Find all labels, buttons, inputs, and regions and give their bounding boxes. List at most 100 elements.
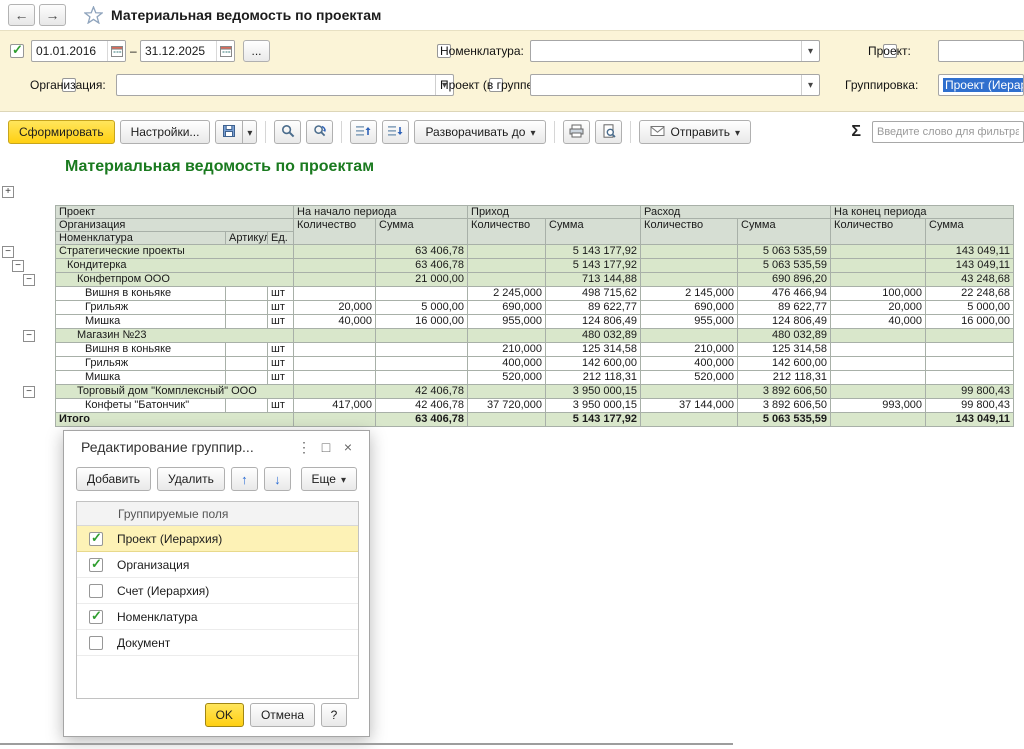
report-cell[interactable] xyxy=(468,329,546,343)
col-unit[interactable]: Ед. xyxy=(268,232,294,245)
report-cell[interactable]: шт xyxy=(268,343,294,357)
report-cell[interactable]: 210,000 xyxy=(641,343,738,357)
help-button[interactable]: ? xyxy=(321,703,347,727)
report-cell[interactable]: Итого xyxy=(56,413,294,427)
report-cell[interactable]: 5 000,00 xyxy=(926,301,1014,315)
report-cell[interactable] xyxy=(376,343,468,357)
report-cell[interactable]: 125 314,58 xyxy=(546,343,641,357)
report-cell[interactable]: 40,000 xyxy=(294,315,376,329)
report-cell[interactable]: 43 248,68 xyxy=(926,273,1014,287)
report-cell[interactable] xyxy=(641,273,738,287)
chevron-down-icon[interactable] xyxy=(801,75,819,95)
col-organization[interactable]: Организация xyxy=(56,219,294,232)
report-cell[interactable]: 400,000 xyxy=(468,357,546,371)
expand-groups-button[interactable] xyxy=(382,120,409,144)
report-cell[interactable]: 690,000 xyxy=(641,301,738,315)
report-cell[interactable]: шт xyxy=(268,399,294,413)
settings-button[interactable]: Настройки... xyxy=(120,120,211,144)
report-cell[interactable]: 417,000 xyxy=(294,399,376,413)
report-row[interactable]: Грильяжшт20,0005 000,00690,00089 622,776… xyxy=(56,301,1014,315)
col-qty[interactable]: Количество xyxy=(468,219,546,245)
organization-combo[interactable] xyxy=(116,74,454,96)
report-cell[interactable] xyxy=(831,357,926,371)
date-to-input[interactable]: 31.12.2025 xyxy=(140,40,235,62)
col-sum[interactable]: Сумма xyxy=(546,219,641,245)
col-project[interactable]: Проект xyxy=(56,206,294,219)
report-row[interactable]: Вишня в коньякешт210,000125 314,58210,00… xyxy=(56,343,1014,357)
report-cell[interactable]: шт xyxy=(268,371,294,385)
report-cell[interactable] xyxy=(468,245,546,259)
dialog-more-icon[interactable]: ⋮ xyxy=(293,439,315,456)
report-cell[interactable]: 2 245,000 xyxy=(468,287,546,301)
grouping-field-checkbox[interactable] xyxy=(89,584,103,598)
report-cell[interactable] xyxy=(926,343,1014,357)
report-cell[interactable]: 22 248,68 xyxy=(926,287,1014,301)
report-cell[interactable]: 212 118,31 xyxy=(738,371,831,385)
report-cell[interactable] xyxy=(468,273,546,287)
report-cell[interactable]: 100,000 xyxy=(831,287,926,301)
project-input[interactable] xyxy=(938,40,1024,62)
report-total-row[interactable]: Итого63 406,785 143 177,925 063 535,5914… xyxy=(56,413,1014,427)
report-cell[interactable] xyxy=(226,287,268,301)
grouping-field-checkbox[interactable] xyxy=(89,532,103,546)
report-cell[interactable] xyxy=(641,329,738,343)
report-cell[interactable]: Вишня в коньяке xyxy=(56,287,226,301)
report-cell[interactable]: 99 800,43 xyxy=(926,385,1014,399)
report-cell[interactable]: 5 143 177,92 xyxy=(546,245,641,259)
report-cell[interactable]: Грильяж xyxy=(56,301,226,315)
report-cell[interactable]: 476 466,94 xyxy=(738,287,831,301)
report-cell[interactable] xyxy=(376,357,468,371)
report-cell[interactable] xyxy=(641,245,738,259)
report-cell[interactable]: 480 032,89 xyxy=(738,329,831,343)
back-button[interactable]: ← xyxy=(8,4,35,26)
report-cell[interactable] xyxy=(468,385,546,399)
report-cell[interactable]: 63 406,78 xyxy=(376,413,468,427)
report-cell[interactable]: 63 406,78 xyxy=(376,259,468,273)
report-cell[interactable] xyxy=(294,371,376,385)
report-cell[interactable]: 5 143 177,92 xyxy=(546,259,641,273)
col-qty[interactable]: Количество xyxy=(641,219,738,245)
expand-to-button[interactable]: Разворачивать до xyxy=(414,120,546,144)
report-cell[interactable]: 89 622,77 xyxy=(546,301,641,315)
grouping-field-checkbox[interactable] xyxy=(89,610,103,624)
cancel-search-button[interactable] xyxy=(306,120,333,144)
row-expander[interactable]: − xyxy=(12,260,24,272)
report-cell[interactable]: Конфеты "Батончик" xyxy=(56,399,226,413)
grouping-field-row[interactable]: Организация xyxy=(77,552,358,578)
report-cell[interactable] xyxy=(831,245,926,259)
report-cell[interactable] xyxy=(294,357,376,371)
report-cell[interactable] xyxy=(226,399,268,413)
report-cell[interactable]: Стратегические проекты xyxy=(56,245,294,259)
move-down-button[interactable]: ↓ xyxy=(264,467,291,491)
report-cell[interactable]: 3 892 606,50 xyxy=(738,399,831,413)
move-up-button[interactable]: ↑ xyxy=(231,467,258,491)
report-cell[interactable] xyxy=(831,385,926,399)
grouping-field-row[interactable]: Документ xyxy=(77,630,358,656)
report-cell[interactable]: Кондитерка xyxy=(56,259,294,273)
report-cell[interactable]: 21 000,00 xyxy=(376,273,468,287)
col-sum[interactable]: Сумма xyxy=(376,219,468,245)
report-cell[interactable] xyxy=(641,385,738,399)
row-expander[interactable]: − xyxy=(23,274,35,286)
report-cell[interactable]: 955,000 xyxy=(641,315,738,329)
report-cell[interactable]: 16 000,00 xyxy=(926,315,1014,329)
report-cell[interactable] xyxy=(831,343,926,357)
report-cell[interactable] xyxy=(641,259,738,273)
report-cell[interactable] xyxy=(831,413,926,427)
report-cell[interactable]: 142 600,00 xyxy=(546,357,641,371)
report-cell[interactable]: шт xyxy=(268,315,294,329)
grouping-field-row[interactable]: Проект (Иерархия) xyxy=(77,526,358,552)
quick-filter-input[interactable] xyxy=(872,121,1024,143)
cancel-button[interactable]: Отмена xyxy=(250,703,315,727)
report-cell[interactable]: 955,000 xyxy=(468,315,546,329)
report-cell[interactable]: 690 896,20 xyxy=(738,273,831,287)
report-cell[interactable] xyxy=(294,385,376,399)
report-cell[interactable]: 5 063 535,59 xyxy=(738,413,831,427)
report-cell[interactable] xyxy=(226,343,268,357)
dialog-titlebar[interactable]: Редактирование группир... ⋮ □ × xyxy=(64,431,369,463)
report-cell[interactable]: 3 950 000,15 xyxy=(546,385,641,399)
report-cell[interactable]: 42 406,78 xyxy=(376,399,468,413)
grouping-field-row[interactable]: Счет (Иерархия) xyxy=(77,578,358,604)
report-cell[interactable]: 89 622,77 xyxy=(738,301,831,315)
print-preview-button[interactable] xyxy=(595,120,622,144)
